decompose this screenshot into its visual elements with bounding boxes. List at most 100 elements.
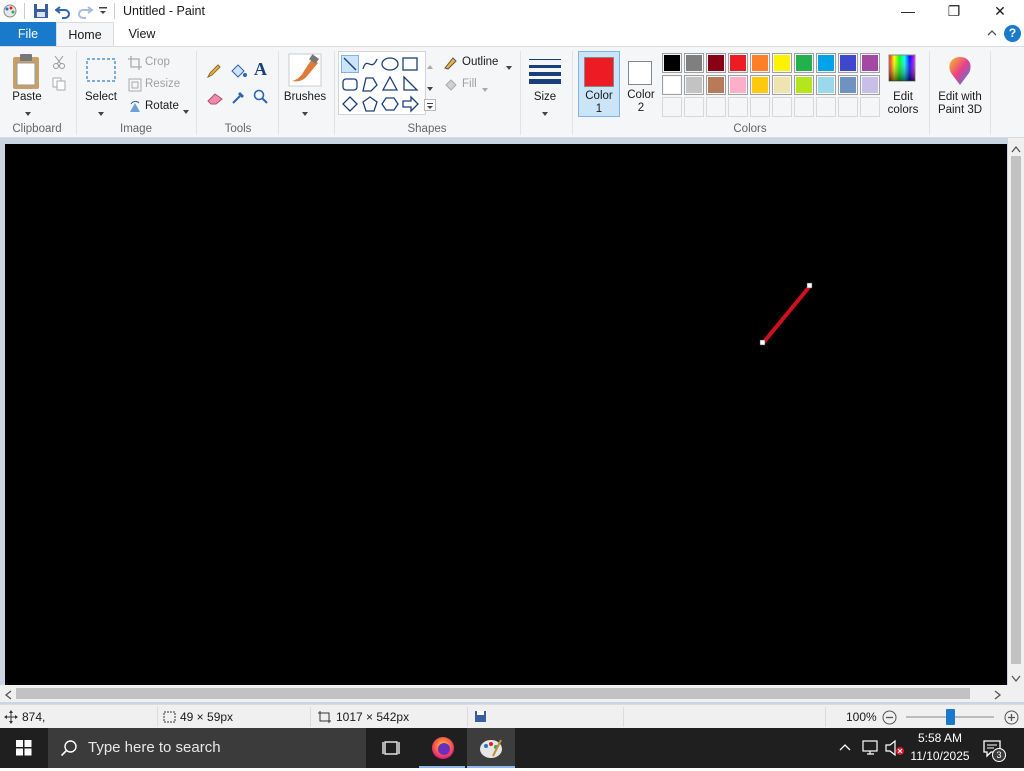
redo-icon[interactable] xyxy=(77,3,94,22)
palette-swatch[interactable] xyxy=(816,53,836,73)
horizontal-scrollbar[interactable] xyxy=(0,685,1024,702)
custom-color-slot[interactable] xyxy=(838,97,858,117)
palette-swatch[interactable] xyxy=(750,75,770,95)
scroll-left-icon[interactable] xyxy=(4,689,12,703)
palette-swatch[interactable] xyxy=(860,75,880,95)
edit-colors-icon[interactable] xyxy=(887,53,917,86)
custom-color-slot[interactable] xyxy=(860,97,880,117)
palette-swatch[interactable] xyxy=(816,75,836,95)
crop-icon[interactable] xyxy=(128,56,142,73)
custom-color-slot[interactable] xyxy=(684,97,704,117)
task-view-icon[interactable] xyxy=(368,728,416,768)
palette-swatch[interactable] xyxy=(794,53,814,73)
pentagon-shape-icon[interactable] xyxy=(361,95,379,113)
palette-swatch[interactable] xyxy=(772,75,792,95)
rotate-button[interactable]: Rotate xyxy=(145,100,179,112)
palette-swatch[interactable] xyxy=(772,53,792,73)
palette-swatch[interactable] xyxy=(750,53,770,73)
zoom-out-icon[interactable] xyxy=(882,710,897,728)
help-button[interactable]: ? xyxy=(1004,25,1021,42)
palette-swatch[interactable] xyxy=(728,53,748,73)
fill-dropdown-icon[interactable] xyxy=(481,82,489,96)
select-dropdown-icon[interactable] xyxy=(97,106,105,120)
custom-color-slot[interactable] xyxy=(662,97,682,117)
rounded-rectangle-shape-icon[interactable] xyxy=(341,75,359,93)
line-handle-end[interactable] xyxy=(806,282,813,289)
palette-swatch[interactable] xyxy=(838,75,858,95)
palette-swatch[interactable] xyxy=(662,53,682,73)
vertical-scrollbar[interactable] xyxy=(1008,138,1024,685)
paste-button[interactable] xyxy=(10,53,44,94)
drawn-line[interactable] xyxy=(761,284,812,345)
copy-icon[interactable] xyxy=(52,77,66,94)
size-icon[interactable] xyxy=(528,57,562,88)
fill-button[interactable]: Fill xyxy=(462,78,477,90)
palette-swatch[interactable] xyxy=(860,53,880,73)
palette-swatch[interactable] xyxy=(706,53,726,73)
palette-swatch[interactable] xyxy=(662,75,682,95)
vertical-scroll-thumb[interactable] xyxy=(1011,156,1021,664)
tab-file[interactable]: File xyxy=(0,22,56,46)
network-icon[interactable] xyxy=(861,739,881,760)
scroll-down-icon[interactable] xyxy=(1011,672,1021,686)
text-tool-icon[interactable]: A xyxy=(254,59,267,80)
size-dropdown-icon[interactable] xyxy=(541,106,549,120)
brushes-icon[interactable] xyxy=(288,53,322,90)
outline-button[interactable]: Outline xyxy=(462,56,498,68)
clock-time[interactable]: 5:58 AM xyxy=(914,731,966,745)
paint-app-icon[interactable] xyxy=(2,3,18,22)
hexagon-shape-icon[interactable] xyxy=(381,95,399,113)
paint-taskbar-icon[interactable] xyxy=(467,728,515,768)
taskbar-search[interactable]: Type here to search xyxy=(48,728,366,768)
collapse-ribbon-icon[interactable] xyxy=(986,27,998,42)
arrow-shape-icon[interactable] xyxy=(401,95,419,113)
palette-swatch[interactable] xyxy=(728,75,748,95)
start-button[interactable] xyxy=(0,728,48,768)
cut-icon[interactable] xyxy=(52,55,66,72)
scroll-right-icon[interactable] xyxy=(994,689,1002,703)
scroll-up-icon[interactable] xyxy=(1011,142,1021,156)
volume-muted-icon[interactable] xyxy=(884,739,906,760)
rotate-dropdown-icon[interactable] xyxy=(182,104,190,118)
fill-icon[interactable] xyxy=(443,78,459,95)
oval-shape-icon[interactable] xyxy=(381,55,399,73)
firefox-icon[interactable] xyxy=(419,728,467,768)
minimize-button[interactable]: — xyxy=(885,0,931,22)
outline-icon[interactable] xyxy=(443,56,459,73)
color1-button[interactable]: Color 1 xyxy=(578,51,620,117)
crop-button[interactable]: Crop xyxy=(145,56,170,68)
customize-quick-access-icon[interactable] xyxy=(98,5,108,19)
color-picker-icon[interactable] xyxy=(231,89,247,108)
palette-swatch[interactable] xyxy=(794,75,814,95)
zoom-slider-thumb[interactable] xyxy=(946,709,955,725)
custom-color-slot[interactable] xyxy=(706,97,726,117)
fill-bucket-icon[interactable] xyxy=(229,63,247,82)
shapes-scroll-down-icon[interactable] xyxy=(426,81,434,95)
right-triangle-shape-icon[interactable] xyxy=(401,75,419,93)
resize-button[interactable]: Resize xyxy=(145,78,180,90)
custom-color-slot[interactable] xyxy=(816,97,836,117)
shapes-scroll-up-icon[interactable] xyxy=(426,59,434,73)
diamond-shape-icon[interactable] xyxy=(341,95,359,113)
outline-dropdown-icon[interactable] xyxy=(505,60,513,74)
shapes-expand-button[interactable] xyxy=(424,99,436,111)
line-handle-start[interactable] xyxy=(759,339,766,346)
select-button[interactable] xyxy=(85,57,117,88)
tab-home[interactable]: Home xyxy=(56,22,114,46)
eraser-icon[interactable] xyxy=(206,91,224,108)
drawing-canvas[interactable] xyxy=(5,144,1007,685)
close-button[interactable]: ✕ xyxy=(977,0,1023,22)
paste-dropdown-icon[interactable] xyxy=(24,106,32,120)
resize-icon[interactable] xyxy=(128,78,142,95)
line-shape-icon[interactable] xyxy=(341,55,359,73)
clock-date[interactable]: 11/10/2025 xyxy=(905,749,975,763)
paint3d-icon[interactable] xyxy=(945,55,975,90)
custom-color-slot[interactable] xyxy=(750,97,770,117)
palette-swatch[interactable] xyxy=(838,53,858,73)
curve-shape-icon[interactable] xyxy=(361,55,379,73)
custom-color-slot[interactable] xyxy=(772,97,792,117)
polygon-shape-icon[interactable] xyxy=(361,75,379,93)
palette-swatch[interactable] xyxy=(684,75,704,95)
color2-button[interactable]: Color 2 xyxy=(622,51,660,117)
custom-color-slot[interactable] xyxy=(728,97,748,117)
